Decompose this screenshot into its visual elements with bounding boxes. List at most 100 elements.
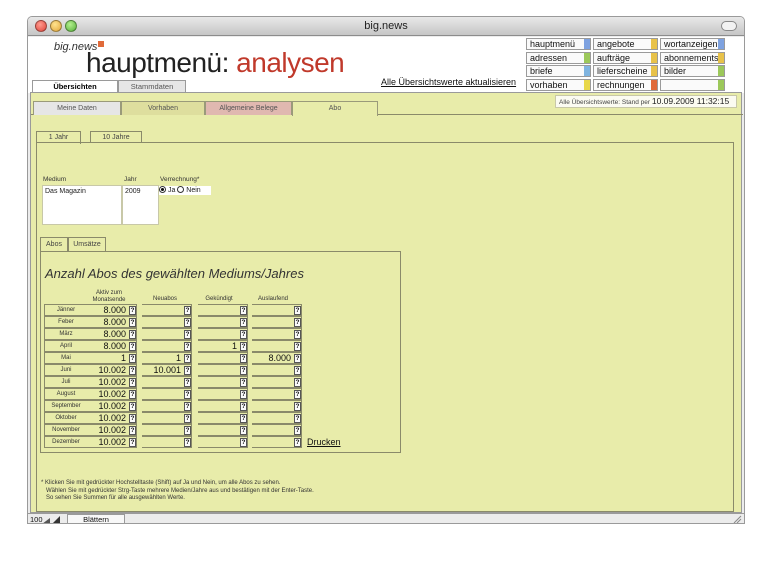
detail-button[interactable]: ? [294,378,301,387]
detail-button[interactable]: ? [184,306,191,315]
radio-nein[interactable] [177,186,185,193]
detail-button[interactable]: ? [240,306,247,315]
value-text: 1 [231,341,237,351]
tab-vorhaben[interactable]: Vorhaben [121,101,205,115]
detail-button[interactable]: ? [294,438,301,447]
value-text: 1 [175,353,181,363]
value-text: 8.000 [103,329,126,339]
detail-button[interactable]: ? [184,426,191,435]
detail-button[interactable]: ? [129,330,136,339]
value-cell: ? [252,424,302,436]
value-text: 10.002 [98,425,126,435]
menu-button-label: briefe [530,66,553,76]
value-cell: ? [142,316,192,328]
value-cell: 10.002? [87,400,137,412]
value-text: 10.002 [98,365,126,375]
jahr-list-item[interactable]: 2009 [125,188,141,195]
detail-button[interactable]: ? [294,306,301,315]
detail-button[interactable]: ? [294,366,301,375]
menu-button-angebote[interactable]: angebote [593,38,658,50]
detail-button[interactable]: ? [184,438,191,447]
detail-button[interactable]: ? [129,402,136,411]
detail-button[interactable]: ? [294,330,301,339]
menu-button-wortanzeigen[interactable]: wortanzeigen [660,38,725,50]
detail-button[interactable]: ? [294,354,301,363]
status-bar: 100 Blättern [28,513,744,524]
footnote: * Klicken Sie mit gedrückter Hochstellta… [41,480,314,501]
value-text: 10.002 [98,389,126,399]
detail-button[interactable]: ? [240,414,247,423]
detail-button[interactable]: ? [240,318,247,327]
detail-button[interactable]: ? [294,318,301,327]
detail-button[interactable]: ? [184,414,191,423]
detail-button[interactable]: ? [240,378,247,387]
detail-button[interactable]: ? [129,426,136,435]
toolbar-toggle-button[interactable] [721,21,737,31]
menu-button-lieferscheine[interactable]: lieferscheine [593,65,658,77]
medium-list[interactable]: Das Magazin [42,185,122,225]
title-bar[interactable]: big.news [28,17,744,36]
radio-ja[interactable] [159,186,166,193]
detail-button[interactable]: ? [240,342,247,351]
medium-list-item[interactable]: Das Magazin [45,188,86,195]
detail-button[interactable]: ? [240,366,247,375]
mode-button[interactable]: Blättern [67,514,125,523]
detail-button[interactable]: ? [184,354,191,363]
detail-button[interactable]: ? [129,366,136,375]
detail-button[interactable]: ? [129,306,136,315]
month-cell: Oktober [44,412,87,424]
detail-button[interactable]: ? [184,366,191,375]
detail-button[interactable]: ? [129,318,136,327]
menu-button-adressen[interactable]: adressen [526,51,591,64]
menu-button-hauptmenü[interactable]: hauptmenü [526,38,591,50]
resize-grip-icon[interactable] [733,515,742,524]
detail-button[interactable]: ? [294,342,301,351]
print-link[interactable]: Drucken [307,437,341,447]
menu-color-swatch [651,39,657,49]
zoom-icon[interactable] [42,516,62,524]
detail-button[interactable]: ? [184,342,191,351]
detail-button[interactable]: ? [294,414,301,423]
tab-umsaetze[interactable]: Umsätze [68,237,106,251]
value-cell: ? [198,424,248,436]
detail-button[interactable]: ? [129,438,136,447]
app-window: big.news big.news hauptmenü: analysen Al… [27,16,745,524]
detail-button[interactable]: ? [294,402,301,411]
value-cell: ? [252,388,302,400]
detail-button[interactable]: ? [129,354,136,363]
tab-stammdaten[interactable]: Stammdaten [118,80,186,92]
detail-button[interactable]: ? [240,354,247,363]
page-title-sub: analysen [236,47,345,78]
menu-button-briefe[interactable]: briefe [526,65,591,77]
detail-button[interactable]: ? [240,402,247,411]
detail-button[interactable]: ? [184,402,191,411]
tab-abos[interactable]: Abos [40,237,68,251]
zoom-level[interactable]: 100 [30,514,43,523]
jahr-list[interactable]: 2009 [122,185,159,225]
detail-button[interactable]: ? [240,330,247,339]
detail-button[interactable]: ? [129,414,136,423]
detail-button[interactable]: ? [129,342,136,351]
detail-button[interactable]: ? [184,318,191,327]
menu-color-swatch [651,52,657,63]
value-cell: ? [252,400,302,412]
detail-button[interactable]: ? [294,390,301,399]
detail-button[interactable]: ? [184,390,191,399]
menu-button-aufträge[interactable]: aufträge [593,51,658,64]
detail-button[interactable]: ? [184,378,191,387]
tab-abo[interactable]: Abo [292,101,378,116]
detail-button[interactable]: ? [240,438,247,447]
tab-allgemeine-belege[interactable]: Allgemeine Belege [205,101,292,115]
value-cell: 8.000? [87,328,137,340]
menu-button-bilder[interactable]: bilder [660,65,725,77]
detail-button[interactable]: ? [129,378,136,387]
tab-meine-daten[interactable]: Meine Daten [33,101,121,115]
value-cell: ? [198,328,248,340]
detail-button[interactable]: ? [129,390,136,399]
detail-button[interactable]: ? [240,426,247,435]
detail-button[interactable]: ? [294,426,301,435]
menu-button-abonnements[interactable]: abonnements [660,51,725,64]
detail-button[interactable]: ? [240,390,247,399]
radio-ja-label: Ja [167,187,176,194]
detail-button[interactable]: ? [184,330,191,339]
